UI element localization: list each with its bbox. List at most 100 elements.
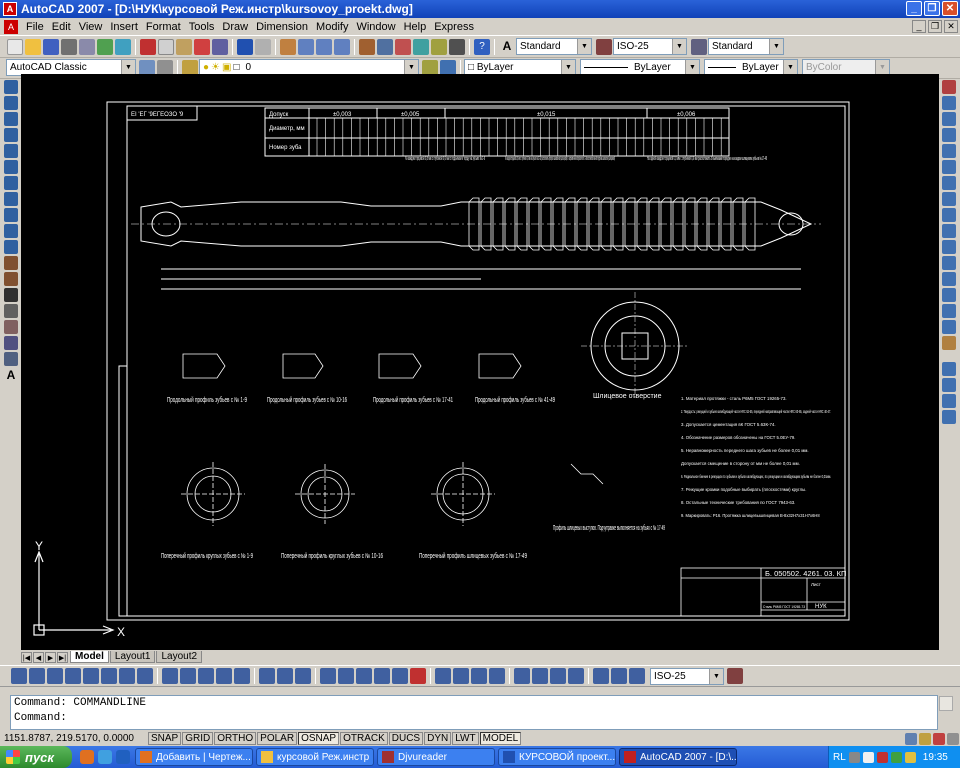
- drawing-area[interactable]: ЕІ 'ЕГ '9ЕГЕОЗО '9 Допуск Диаметр, мм Но…: [21, 74, 939, 650]
- polar-toggle[interactable]: POLAR: [257, 732, 298, 745]
- language-indicator[interactable]: RL: [833, 752, 846, 763]
- snap-apparent-icon[interactable]: [216, 668, 232, 684]
- task-word[interactable]: КУРСОВОЙ проект....: [498, 748, 616, 766]
- ducs-toggle[interactable]: DUCS: [388, 732, 424, 745]
- offset-icon[interactable]: [942, 128, 956, 142]
- aligned-dim-icon[interactable]: [29, 668, 45, 684]
- save-icon[interactable]: [43, 38, 59, 55]
- break-icon[interactable]: [942, 272, 956, 286]
- sheet-set-icon[interactable]: [413, 38, 429, 55]
- prev-tab-button[interactable]: ◀: [33, 651, 44, 663]
- array-icon[interactable]: [942, 144, 956, 158]
- table-icon[interactable]: [4, 352, 18, 366]
- point-icon[interactable]: [4, 288, 18, 302]
- plot-icon[interactable]: [61, 38, 77, 55]
- zoom-window-icon[interactable]: [316, 38, 332, 55]
- linear-dim-icon[interactable]: [11, 668, 27, 684]
- jogged-linear-icon[interactable]: [568, 668, 584, 684]
- snap-parallel-icon[interactable]: [338, 668, 354, 684]
- paste-icon[interactable]: [176, 38, 192, 55]
- dim-space-icon[interactable]: [489, 668, 505, 684]
- polygon-icon[interactable]: [4, 128, 18, 142]
- snap-midpoint-icon[interactable]: [180, 668, 196, 684]
- doc-close-button[interactable]: ✕: [944, 20, 958, 33]
- grid-toggle[interactable]: GRID: [182, 732, 214, 745]
- mirror-icon[interactable]: [942, 112, 956, 126]
- minimize-button[interactable]: _: [906, 1, 922, 16]
- markup-icon[interactable]: [431, 38, 447, 55]
- text-style-select[interactable]: Standard ▼: [516, 38, 592, 55]
- publish-icon[interactable]: [97, 38, 113, 55]
- menu-edit[interactable]: Edit: [48, 21, 75, 33]
- undo-icon[interactable]: [237, 38, 253, 55]
- ellipse-arc-icon[interactable]: [4, 240, 18, 254]
- menu-express[interactable]: Express: [430, 21, 478, 33]
- task-autocad[interactable]: AutoCAD 2007 - [D:\...: [619, 748, 737, 766]
- tray-antivirus-icon[interactable]: [876, 751, 888, 763]
- tray-volume-icon[interactable]: [862, 751, 874, 763]
- scale-icon[interactable]: [942, 192, 956, 206]
- ortho-toggle[interactable]: ORTHO: [214, 732, 257, 745]
- first-tab-button[interactable]: |◀: [21, 651, 32, 663]
- dim-update-icon[interactable]: [629, 668, 645, 684]
- angular-icon[interactable]: [137, 668, 153, 684]
- draworder-below-icon[interactable]: [942, 410, 956, 424]
- command-window[interactable]: Command: COMMANDLINE Command:: [10, 695, 953, 730]
- baseline-icon[interactable]: [453, 668, 469, 684]
- join-icon[interactable]: [942, 288, 956, 302]
- snap-endpoint-icon[interactable]: [162, 668, 178, 684]
- doc-minimize-button[interactable]: _: [912, 20, 926, 33]
- quicklaunch-desktop-icon[interactable]: [116, 750, 130, 764]
- tray-monitor-icon[interactable]: [848, 751, 860, 763]
- draworder-front-icon[interactable]: [942, 362, 956, 376]
- menu-view[interactable]: View: [75, 21, 107, 33]
- table-style-select[interactable]: Standard ▼: [708, 38, 784, 55]
- design-center-icon[interactable]: [377, 38, 393, 55]
- snap-perpendicular-icon[interactable]: [320, 668, 336, 684]
- tray-messenger-icon[interactable]: [904, 751, 916, 763]
- chamfer-icon[interactable]: [942, 304, 956, 318]
- doc-restore-button[interactable]: ❐: [928, 20, 942, 33]
- region-icon[interactable]: [4, 336, 18, 350]
- jogged-icon[interactable]: [101, 668, 117, 684]
- dyn-toggle[interactable]: DYN: [424, 732, 452, 745]
- break-at-point-icon[interactable]: [942, 256, 956, 270]
- gradient-icon[interactable]: [4, 320, 18, 334]
- polyline-icon[interactable]: [4, 112, 18, 126]
- model-toggle[interactable]: MODEL: [479, 732, 522, 745]
- arc-icon[interactable]: [4, 160, 18, 174]
- arc-length-icon[interactable]: [47, 668, 63, 684]
- dim-style2-select[interactable]: ISO-25 ▼: [650, 667, 724, 685]
- tray-network-icon[interactable]: [890, 751, 902, 763]
- pan-icon[interactable]: [280, 38, 296, 55]
- hatch-icon[interactable]: [4, 304, 18, 318]
- tab-layout2[interactable]: Layout2: [156, 651, 203, 663]
- draworder-above-icon[interactable]: [942, 394, 956, 408]
- explode-icon[interactable]: [942, 336, 956, 350]
- copy-icon[interactable]: [158, 38, 174, 55]
- snap-nearest-icon[interactable]: [392, 668, 408, 684]
- snap-toggle[interactable]: SNAP: [148, 732, 182, 745]
- tolerance-icon[interactable]: [514, 668, 530, 684]
- dim-edit-icon[interactable]: [593, 668, 609, 684]
- menu-insert[interactable]: Insert: [106, 21, 142, 33]
- menu-file[interactable]: File: [22, 21, 48, 33]
- clean-screen-icon[interactable]: [947, 732, 959, 745]
- plot-preview-icon[interactable]: [79, 38, 95, 55]
- inspection-icon[interactable]: [550, 668, 566, 684]
- snap-extension-icon[interactable]: [234, 668, 250, 684]
- copy-object-icon[interactable]: [942, 96, 956, 110]
- tool-palettes-icon[interactable]: [395, 38, 411, 55]
- radius-icon[interactable]: [83, 668, 99, 684]
- revision-cloud-icon[interactable]: [4, 192, 18, 206]
- menu-help[interactable]: Help: [400, 21, 431, 33]
- erase-icon[interactable]: [942, 80, 956, 94]
- dim-text-edit-icon[interactable]: [611, 668, 627, 684]
- snap-node-icon[interactable]: [374, 668, 390, 684]
- document-icon[interactable]: A: [4, 19, 18, 34]
- command-prompt[interactable]: Command:: [11, 711, 937, 726]
- snap-center-icon[interactable]: [259, 668, 275, 684]
- autocad-app-icon[interactable]: A: [3, 2, 17, 16]
- block-editor-icon[interactable]: [212, 38, 228, 55]
- cut-icon[interactable]: [140, 38, 156, 55]
